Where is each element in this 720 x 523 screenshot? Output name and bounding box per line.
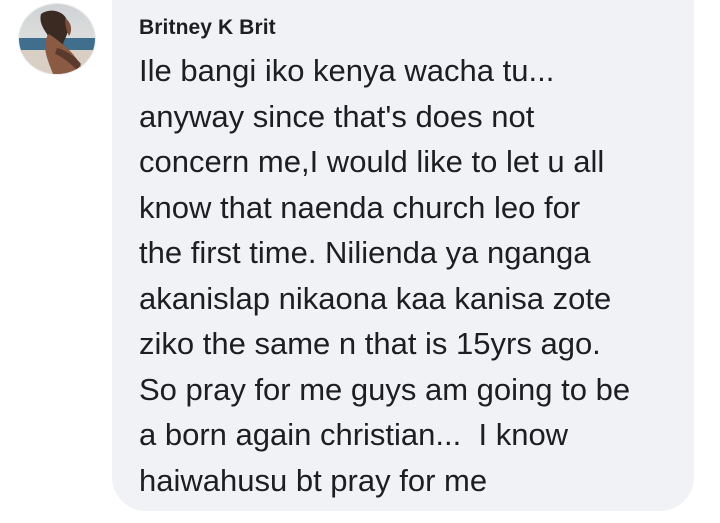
comment-text-line: akanislap nikaona kaa kanisa zote [139,280,612,316]
avatar[interactable] [19,4,95,74]
comment-text-line: So pray for me guys am going to be [139,371,631,407]
profile-photo-icon [19,4,95,74]
comment: Britney K Brit Ile bangi iko kenya wacha… [0,0,720,523]
comment-text-line: know that naenda church leo for [139,189,581,225]
comment-text-line: anyway since that's does not [139,98,535,134]
comment-text: Ile bangi iko kenya wacha tu... anyway s… [139,48,684,503]
comment-text-line: haiwahusu bt pray for me [139,462,488,498]
comment-text-line: a born again christian... I know [139,417,569,452]
comment-text-line: Ile bangi iko kenya wacha tu... [139,53,555,88]
comment-text-line: the first time. Nilienda ya nganga [139,235,591,270]
comment-text-line: ziko the same n that is 15yrs ago. [139,326,601,361]
comment-author[interactable]: Britney K Brit [139,16,276,40]
comment-text-line: concern me,I would like to let u all [139,144,605,179]
